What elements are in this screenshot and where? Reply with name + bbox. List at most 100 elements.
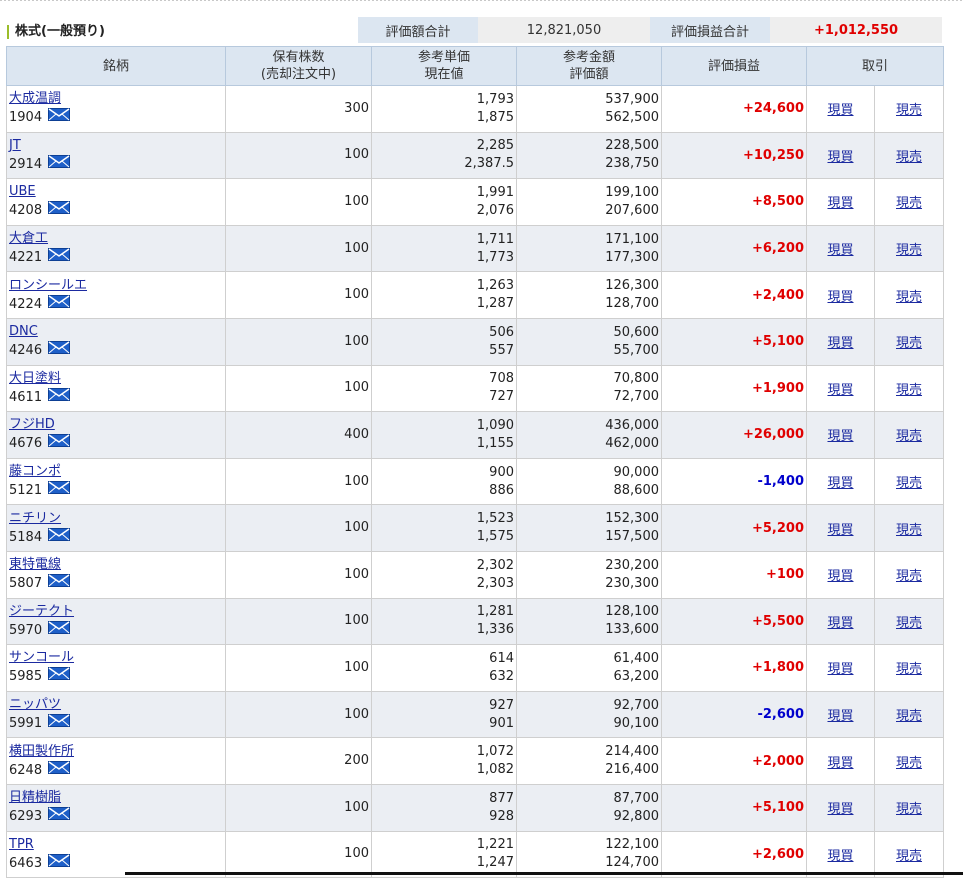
stock-name-link[interactable]: 大日塗料 xyxy=(9,371,61,386)
sell-link[interactable]: 現売 xyxy=(896,383,922,398)
sell-link[interactable]: 現売 xyxy=(896,802,922,817)
buy-link[interactable]: 現買 xyxy=(827,662,853,677)
buy-link[interactable]: 現買 xyxy=(827,756,853,771)
mail-icon[interactable] xyxy=(48,201,71,220)
pl-cell: +8,500 xyxy=(661,178,807,226)
ref-amount: 92,700 xyxy=(613,697,660,713)
stock-cell: TPR 6463 xyxy=(6,830,226,878)
stock-name-link[interactable]: 横田製作所 xyxy=(9,744,74,759)
buy-link[interactable]: 現買 xyxy=(827,196,853,211)
sell-cell: 現売 xyxy=(873,457,945,506)
stock-name-link[interactable]: JT xyxy=(9,138,21,153)
ref-amount: 70,800 xyxy=(613,371,660,387)
eval-total-label: 評価額合計 xyxy=(358,17,478,43)
mail-icon[interactable] xyxy=(48,108,71,127)
sell-link[interactable]: 現売 xyxy=(896,616,922,631)
price-cell: 1,263 1,287 xyxy=(371,271,517,319)
amount-cell: 214,400 216,400 xyxy=(516,737,662,785)
mail-icon[interactable] xyxy=(48,667,71,686)
stock-name-link[interactable]: サンコール xyxy=(9,650,74,665)
buy-cell: 現買 xyxy=(806,690,875,739)
sell-link[interactable]: 現売 xyxy=(896,662,922,677)
shares-cell: 100 xyxy=(225,317,372,366)
buy-link[interactable]: 現買 xyxy=(827,243,853,258)
mail-icon[interactable] xyxy=(48,527,71,547)
stock-name-link[interactable]: ニッパツ xyxy=(9,697,61,712)
mail-icon[interactable] xyxy=(48,620,71,640)
sell-link[interactable]: 現売 xyxy=(896,429,922,444)
mail-icon[interactable] xyxy=(48,807,71,826)
col-header-name: 銘柄 xyxy=(6,46,226,86)
pl-cell: +1,800 xyxy=(661,644,807,692)
buy-link[interactable]: 現買 xyxy=(827,616,853,631)
current-price: 557 xyxy=(489,342,514,358)
stock-name-link[interactable]: ロンシールエ xyxy=(9,278,87,293)
stock-name-link[interactable]: TPR xyxy=(9,837,34,852)
sell-cell: 現売 xyxy=(873,317,945,366)
sell-link[interactable]: 現売 xyxy=(896,709,922,724)
buy-link[interactable]: 現買 xyxy=(827,569,853,584)
mail-icon[interactable] xyxy=(48,434,71,453)
section-header: 株式(一般預り) 評価額合計 12,821,050 評価損益合計 +1,012,… xyxy=(7,17,942,43)
buy-link[interactable]: 現買 xyxy=(827,150,853,165)
ref-amount: 126,300 xyxy=(605,278,659,294)
mail-icon[interactable] xyxy=(48,853,71,873)
mail-icon[interactable] xyxy=(48,341,71,360)
stock-name-link[interactable]: ジーテクト xyxy=(9,604,74,619)
current-price: 1,336 xyxy=(476,622,514,638)
buy-link[interactable]: 現買 xyxy=(827,476,853,491)
buy-link[interactable]: 現買 xyxy=(827,429,853,444)
col-header-price: 参考単価 現在値 xyxy=(371,46,517,86)
unit-price: 1,523 xyxy=(476,511,514,527)
stock-name-link[interactable]: 藤コンポ xyxy=(9,464,61,479)
sell-link[interactable]: 現売 xyxy=(896,476,922,491)
col-header-trade: 取引 xyxy=(805,46,945,86)
buy-link[interactable]: 現買 xyxy=(827,336,853,351)
stock-name-link[interactable]: 大成温調 xyxy=(9,91,61,106)
price-cell: 1,221 1,247 xyxy=(371,830,517,878)
buy-link[interactable]: 現買 xyxy=(827,523,853,538)
sell-link[interactable]: 現売 xyxy=(896,103,922,118)
unit-price: 877 xyxy=(489,790,514,806)
table-row: JT 2914 100 2,285 2,387.5 228,500 238,750 +10,2… xyxy=(6,131,945,180)
pl-total-label: 評価損益合計 xyxy=(650,17,770,43)
sell-link[interactable]: 現売 xyxy=(896,523,922,538)
sell-link[interactable]: 現売 xyxy=(896,569,922,584)
eval-amount: 462,000 xyxy=(605,435,659,451)
mail-icon[interactable] xyxy=(48,714,71,733)
buy-link[interactable]: 現買 xyxy=(827,709,853,724)
buy-link[interactable]: 現買 xyxy=(827,802,853,817)
mail-icon[interactable] xyxy=(48,574,71,593)
current-price: 1,875 xyxy=(476,109,514,125)
mail-icon[interactable] xyxy=(48,387,71,407)
sell-link[interactable]: 現売 xyxy=(896,756,922,771)
buy-link[interactable]: 現買 xyxy=(827,383,853,398)
mail-icon[interactable] xyxy=(48,481,71,500)
buy-cell: 現買 xyxy=(806,830,875,878)
stock-name-link[interactable]: DNC xyxy=(9,324,38,339)
stock-name-link[interactable]: フジHD xyxy=(9,417,55,432)
stock-name-link[interactable]: 東特電線 xyxy=(9,557,61,572)
top-dotted-border xyxy=(0,0,963,3)
current-price: 901 xyxy=(489,715,514,731)
mail-icon[interactable] xyxy=(48,154,71,174)
sell-link[interactable]: 現売 xyxy=(896,196,922,211)
table-row: ジーテクト 5970 100 1,281 1,336 128,100 133,600 +5,5… xyxy=(6,597,945,646)
buy-link[interactable]: 現買 xyxy=(827,849,853,864)
sell-link[interactable]: 現売 xyxy=(896,290,922,305)
mail-icon[interactable] xyxy=(48,760,71,780)
eval-amount: 88,600 xyxy=(613,482,660,498)
sell-link[interactable]: 現売 xyxy=(896,243,922,258)
buy-link[interactable]: 現買 xyxy=(827,103,853,118)
mail-icon[interactable] xyxy=(48,248,71,267)
stock-name-link[interactable]: UBE xyxy=(9,184,36,199)
sell-link[interactable]: 現売 xyxy=(896,849,922,864)
buy-link[interactable]: 現買 xyxy=(827,290,853,305)
stock-name-link[interactable]: 大倉工 xyxy=(9,231,48,246)
stock-cell: 日精樹脂 6293 xyxy=(6,783,226,832)
sell-link[interactable]: 現売 xyxy=(896,336,922,351)
sell-link[interactable]: 現売 xyxy=(896,150,922,165)
stock-name-link[interactable]: 日精樹脂 xyxy=(9,790,61,805)
mail-icon[interactable] xyxy=(48,294,71,314)
stock-name-link[interactable]: ニチリン xyxy=(9,511,61,526)
